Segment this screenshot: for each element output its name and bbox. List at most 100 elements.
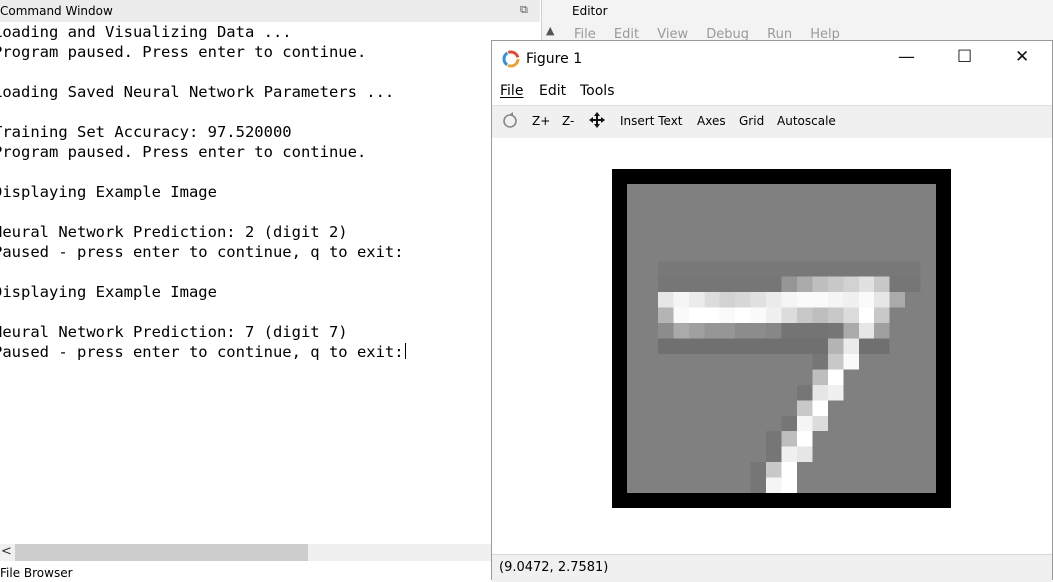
close-icon[interactable]: ✕ — [1015, 47, 1029, 67]
pixel — [750, 292, 767, 308]
console-line: Neural Network Prediction: 2 (digit 2) — [0, 223, 348, 241]
digit-image — [627, 184, 936, 493]
pixel — [781, 307, 797, 324]
undock-icon[interactable]: ⧉ — [520, 3, 528, 17]
pixel — [843, 276, 859, 293]
pixel — [657, 292, 674, 308]
pixel — [719, 338, 736, 354]
pixel — [827, 338, 844, 354]
console-line: Training Set Accuracy: 97.520000 — [0, 123, 292, 141]
command-window-title: Command Window — [0, 4, 113, 18]
console-line: Loading Saved Neural Network Parameters … — [0, 83, 395, 101]
figure-canvas[interactable] — [492, 138, 1052, 554]
pixel — [889, 292, 906, 308]
pixel — [704, 323, 720, 339]
pixel — [781, 415, 797, 432]
pixel — [657, 338, 674, 354]
pixel — [766, 261, 782, 277]
pixel — [874, 323, 890, 339]
zoom-in-button[interactable]: Z+ — [532, 114, 550, 128]
pixel — [781, 431, 797, 447]
pixel — [812, 338, 828, 354]
pixel — [719, 261, 736, 277]
pixel — [796, 384, 813, 401]
grid-button[interactable]: Grid — [739, 114, 764, 128]
chevron-up-icon[interactable]: ▲ — [546, 24, 554, 37]
pixel — [889, 276, 906, 293]
file-browser-tab[interactable]: File Browser — [0, 566, 73, 580]
autoscale-button[interactable]: Autoscale — [777, 114, 836, 128]
maximize-icon[interactable]: ☐ — [957, 47, 972, 67]
pixel — [704, 307, 720, 324]
pixel — [812, 276, 828, 293]
pixel — [657, 323, 674, 339]
pixel — [843, 338, 859, 354]
pixel — [812, 292, 828, 308]
pixel — [766, 446, 782, 463]
pixel — [750, 261, 767, 277]
pixel — [827, 292, 844, 308]
pixel — [874, 307, 890, 324]
pixel — [827, 307, 844, 324]
pixel — [735, 261, 751, 277]
status-bar: (9.0472, 2.7581) — [492, 554, 1052, 582]
pixel — [858, 292, 875, 308]
command-window-output[interactable]: Loading and Visualizing Data ... Program… — [0, 22, 541, 544]
menu-file[interactable]: File — [500, 83, 523, 99]
zoom-out-button[interactable]: Z- — [562, 114, 574, 128]
rotate-icon[interactable] — [502, 111, 518, 129]
pixel — [874, 276, 890, 293]
pixel — [688, 307, 705, 324]
pixel — [781, 276, 797, 293]
minimize-icon[interactable]: — — [898, 47, 915, 67]
pixel — [704, 276, 720, 293]
pixel — [843, 323, 859, 339]
pixel — [796, 400, 813, 416]
pixel — [719, 307, 736, 324]
pixel — [766, 462, 782, 478]
pixel — [843, 292, 859, 308]
pixel — [889, 261, 906, 277]
figure-titlebar[interactable]: Figure 1 — ☐ ✕ — [492, 41, 1052, 79]
pixel — [704, 338, 720, 354]
pixel — [827, 276, 844, 293]
pixel — [796, 431, 813, 447]
pixel — [812, 415, 828, 432]
pixel — [766, 307, 782, 324]
scrollbar-thumb[interactable] — [15, 544, 308, 561]
menu-tools[interactable]: Tools — [580, 83, 615, 99]
pixel — [673, 307, 689, 324]
pixel — [812, 323, 828, 339]
pixel — [750, 338, 767, 354]
pixel — [657, 261, 674, 277]
pixel — [673, 276, 689, 293]
horizontal-scrollbar[interactable]: < — [0, 544, 541, 561]
pixel — [766, 431, 782, 447]
pixel — [858, 276, 875, 293]
pixel — [796, 261, 813, 277]
pixel — [812, 384, 828, 401]
menu-edit[interactable]: Edit — [539, 83, 566, 99]
pixel — [673, 338, 689, 354]
scroll-left-icon[interactable]: < — [1, 544, 12, 559]
pixel — [766, 323, 782, 339]
pixel — [673, 292, 689, 308]
pixel — [735, 338, 751, 354]
axes-button[interactable]: Axes — [697, 114, 726, 128]
pixel — [766, 292, 782, 308]
pixel — [704, 261, 720, 277]
pixel — [704, 292, 720, 308]
insert-text-button[interactable]: Insert Text — [620, 114, 683, 128]
pixel — [688, 261, 705, 277]
pixel — [874, 292, 890, 308]
console-line: Loading and Visualizing Data ... — [0, 23, 292, 41]
console-line: Paused - press enter to continue, q to e… — [0, 343, 406, 361]
octave-logo-icon — [502, 50, 520, 68]
pixel — [750, 477, 767, 493]
pan-arrows-icon[interactable] — [588, 111, 606, 129]
console-text: Loading and Visualizing Data ... Program… — [0, 22, 406, 362]
pixel — [827, 323, 844, 339]
pixel — [905, 261, 921, 277]
pixel — [688, 323, 705, 339]
pixel — [657, 276, 674, 293]
